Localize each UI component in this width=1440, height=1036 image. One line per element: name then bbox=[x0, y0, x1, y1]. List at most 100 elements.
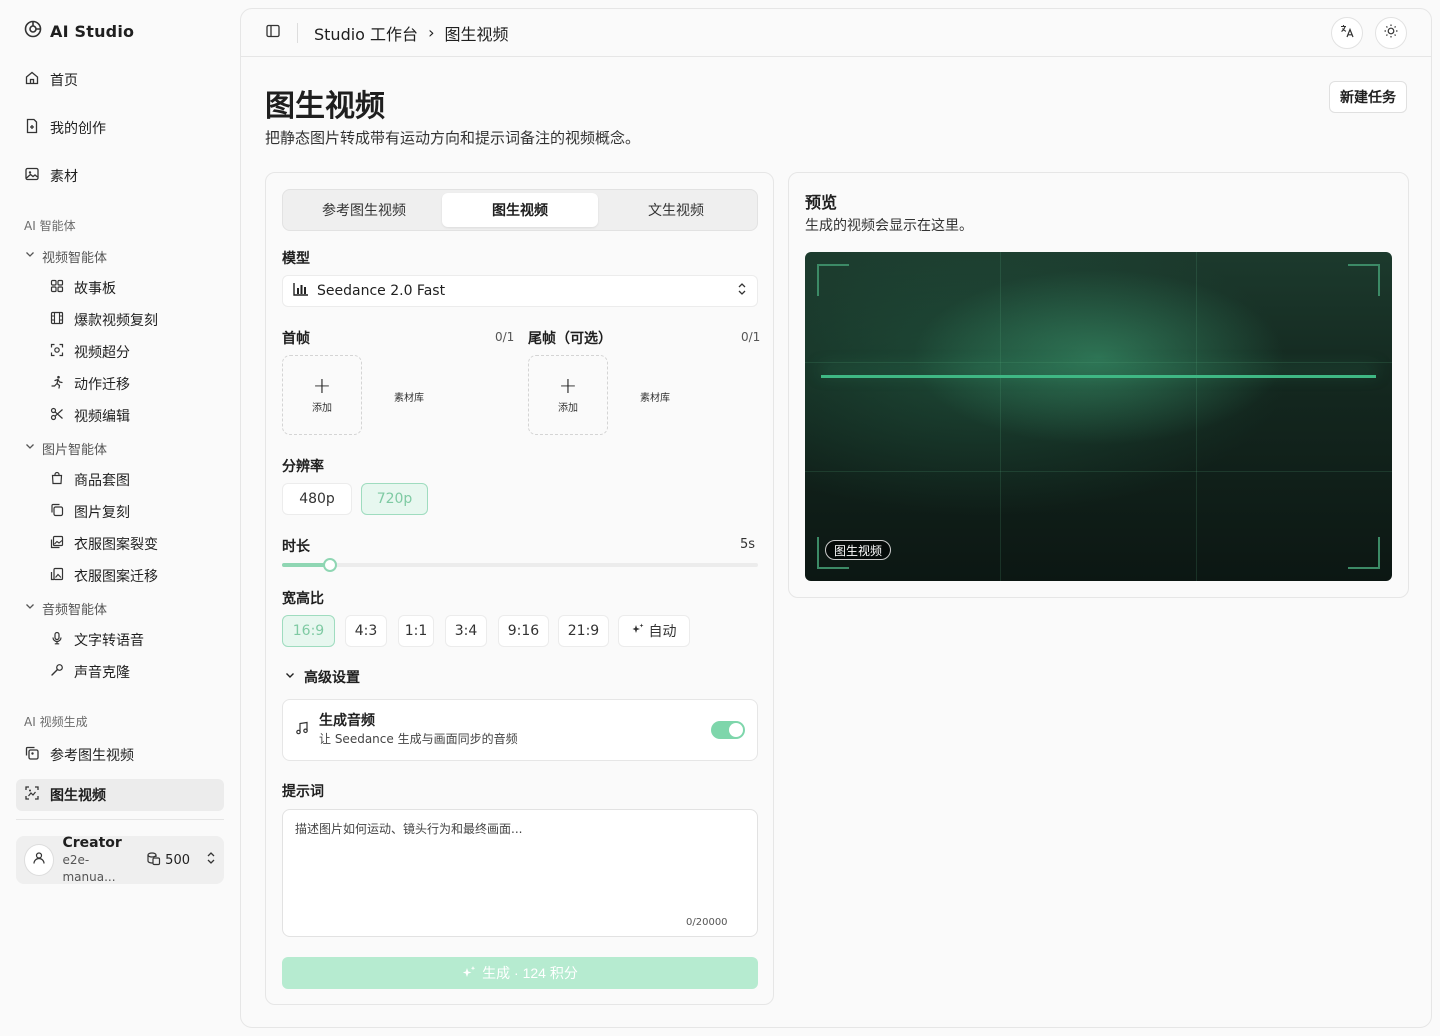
aspect-option-21-9[interactable]: 21:9 bbox=[558, 615, 609, 647]
video-preview: 图生视频 bbox=[805, 252, 1392, 581]
aspect-option-16-9[interactable]: 16:9 bbox=[282, 615, 335, 647]
sidebar-item-label: 图片复刻 bbox=[74, 505, 130, 521]
sidebar-item-text-to-speech[interactable]: 文字转语音 bbox=[16, 624, 224, 656]
sidebar-item-label: 爆款视频复刻 bbox=[74, 313, 158, 329]
nav-item-home[interactable]: 首页 bbox=[16, 64, 224, 96]
scan-line bbox=[821, 375, 1376, 378]
credits-display: 500 bbox=[146, 851, 190, 870]
sidebar-item-image-to-video[interactable]: 图生视频 bbox=[16, 779, 224, 811]
new-task-button[interactable]: 新建任务 bbox=[1329, 81, 1407, 113]
video-mode-badge: 图生视频 bbox=[825, 540, 892, 560]
last-frame-count: 0/1 bbox=[741, 330, 761, 344]
tab-text-to-video[interactable]: 文生视频 bbox=[598, 193, 754, 227]
group-toggle-image-agents[interactable]: 图片智能体 bbox=[16, 432, 224, 464]
advanced-settings-toggle[interactable]: 高级设置 bbox=[284, 667, 360, 687]
nav-item-label: 首页 bbox=[50, 73, 78, 89]
transfer-image-icon bbox=[50, 567, 64, 585]
scan-icon bbox=[50, 343, 64, 361]
generate-audio-toggle[interactable] bbox=[711, 721, 745, 739]
sidebar-item-pattern-variation[interactable]: 衣服图案裂变 bbox=[16, 528, 224, 560]
aspect-option-9-16[interactable]: 9:16 bbox=[498, 615, 549, 647]
file-icon bbox=[24, 118, 40, 138]
theme-toggle-button[interactable] bbox=[1375, 17, 1407, 49]
generate-audio-title: 生成音频 bbox=[319, 713, 375, 729]
running-icon bbox=[50, 375, 64, 393]
advanced-settings-label: 高级设置 bbox=[304, 670, 360, 686]
sidebar-item-reference-image-to-video[interactable]: 参考图生视频 bbox=[16, 739, 224, 771]
chevron-down-icon bbox=[284, 669, 296, 685]
last-frame-label: 尾帧（可选） bbox=[528, 331, 612, 347]
last-frame-upload[interactable]: + 添加 bbox=[528, 355, 608, 435]
breadcrumb-item-studio[interactable]: Studio 工作台 bbox=[314, 21, 418, 45]
sidebar-toggle-icon[interactable] bbox=[265, 23, 281, 43]
frame-corner-bottom-right bbox=[1348, 537, 1380, 569]
grid-line bbox=[1196, 252, 1197, 581]
group-label: 音频智能体 bbox=[42, 602, 108, 618]
plus-icon: + bbox=[558, 373, 578, 399]
sidebar-item-motion-transfer[interactable]: 动作迁移 bbox=[16, 368, 224, 400]
model-select[interactable]: Seedance 2.0 Fast bbox=[282, 275, 758, 307]
resolution-option-720p[interactable]: 720p bbox=[361, 483, 428, 515]
pen-icon bbox=[50, 663, 64, 681]
mode-tabs: 参考图生视频 图生视频 文生视频 bbox=[282, 189, 758, 231]
topbar-separator bbox=[297, 22, 298, 43]
first-frame-library-link[interactable]: 素材库 bbox=[394, 389, 424, 404]
breadcrumb: Studio 工作台 › 图生视频 bbox=[314, 21, 508, 45]
sidebar-item-viral-video-replicate[interactable]: 爆款视频复刻 bbox=[16, 304, 224, 336]
nav-item-assets[interactable]: 素材 bbox=[16, 160, 224, 192]
chevron-down-icon bbox=[24, 440, 36, 456]
user-info: Creator e2e-manua... bbox=[62, 835, 138, 886]
tab-reference-image-to-video[interactable]: 参考图生视频 bbox=[286, 193, 442, 227]
plus-icon: + bbox=[312, 373, 332, 399]
duration-slider-thumb[interactable] bbox=[322, 558, 337, 572]
preview-subtitle: 生成的视频会显示在这里。 bbox=[805, 218, 973, 234]
sidebar-item-label: 视频超分 bbox=[74, 345, 130, 361]
tab-image-to-video[interactable]: 图生视频 bbox=[442, 193, 598, 227]
aspect-option-4-3[interactable]: 4:3 bbox=[345, 615, 387, 647]
generate-button[interactable]: 生成 · 124 积分 bbox=[282, 957, 758, 989]
sidebar: AI Studio 首页 我的创作 素材 AI 智能体 视频智能体 故事板 爆款… bbox=[0, 0, 240, 1036]
sidebar-item-video-upscale[interactable]: 视频超分 bbox=[16, 336, 224, 368]
sidebar-item-storyboard[interactable]: 故事板 bbox=[16, 272, 224, 304]
resolution-option-480p[interactable]: 480p bbox=[282, 483, 352, 515]
logo-icon bbox=[24, 20, 42, 42]
last-frame-library-link[interactable]: 素材库 bbox=[640, 389, 670, 404]
group-video-agents: 视频智能体 故事板 爆款视频复刻 视频超分 动作迁移 视频编辑 bbox=[16, 240, 224, 432]
brand[interactable]: AI Studio bbox=[24, 20, 134, 42]
home-icon bbox=[24, 70, 40, 90]
sidebar-item-label: 视频编辑 bbox=[74, 409, 130, 425]
sidebar-item-image-replicate[interactable]: 图片复刻 bbox=[16, 496, 224, 528]
sidebar-item-label: 衣服图案裂变 bbox=[74, 537, 158, 553]
upload-add-label: 添加 bbox=[558, 402, 578, 414]
resolution-label: 分辨率 bbox=[282, 459, 324, 475]
sidebar-item-product-set[interactable]: 商品套图 bbox=[16, 464, 224, 496]
duration-slider[interactable] bbox=[282, 558, 758, 572]
aspect-option-3-4[interactable]: 3:4 bbox=[445, 615, 487, 647]
film-icon bbox=[50, 311, 64, 329]
group-toggle-audio-agents[interactable]: 音频智能体 bbox=[16, 592, 224, 624]
sidebar-item-voice-clone[interactable]: 声音克隆 bbox=[16, 656, 224, 688]
group-label: 视频智能体 bbox=[42, 250, 108, 266]
toggle-knob bbox=[729, 723, 743, 737]
sidebar-item-pattern-transfer[interactable]: 衣服图案迁移 bbox=[16, 560, 224, 592]
page-title: 图生视频 bbox=[265, 89, 385, 124]
sidebar-item-label: 文字转语音 bbox=[74, 633, 144, 649]
copy-icon bbox=[50, 503, 64, 521]
copy-icon bbox=[24, 745, 40, 765]
frame-corner-top-right bbox=[1348, 264, 1380, 296]
user-menu[interactable]: Creator e2e-manua... 500 bbox=[16, 835, 224, 886]
user-name: Creator bbox=[62, 834, 122, 851]
group-toggle-video-agents[interactable]: 视频智能体 bbox=[16, 240, 224, 272]
grid-icon bbox=[50, 279, 64, 297]
generate-audio-setting: 生成音频 让 Seedance 生成与画面同步的音频 bbox=[282, 699, 758, 761]
shopping-bag-icon bbox=[50, 471, 64, 489]
nav-item-my-creations[interactable]: 我的创作 bbox=[16, 112, 224, 144]
aspect-option-1-1[interactable]: 1:1 bbox=[398, 615, 434, 647]
nav-item-label: 图生视频 bbox=[50, 788, 106, 804]
aspect-option-auto[interactable]: 自动 bbox=[618, 615, 690, 647]
sidebar-item-video-edit[interactable]: 视频编辑 bbox=[16, 400, 224, 432]
sidebar-item-label: 衣服图案迁移 bbox=[74, 569, 158, 585]
first-frame-upload[interactable]: + 添加 bbox=[282, 355, 362, 435]
language-button[interactable] bbox=[1331, 17, 1363, 49]
microphone-icon bbox=[50, 631, 64, 649]
